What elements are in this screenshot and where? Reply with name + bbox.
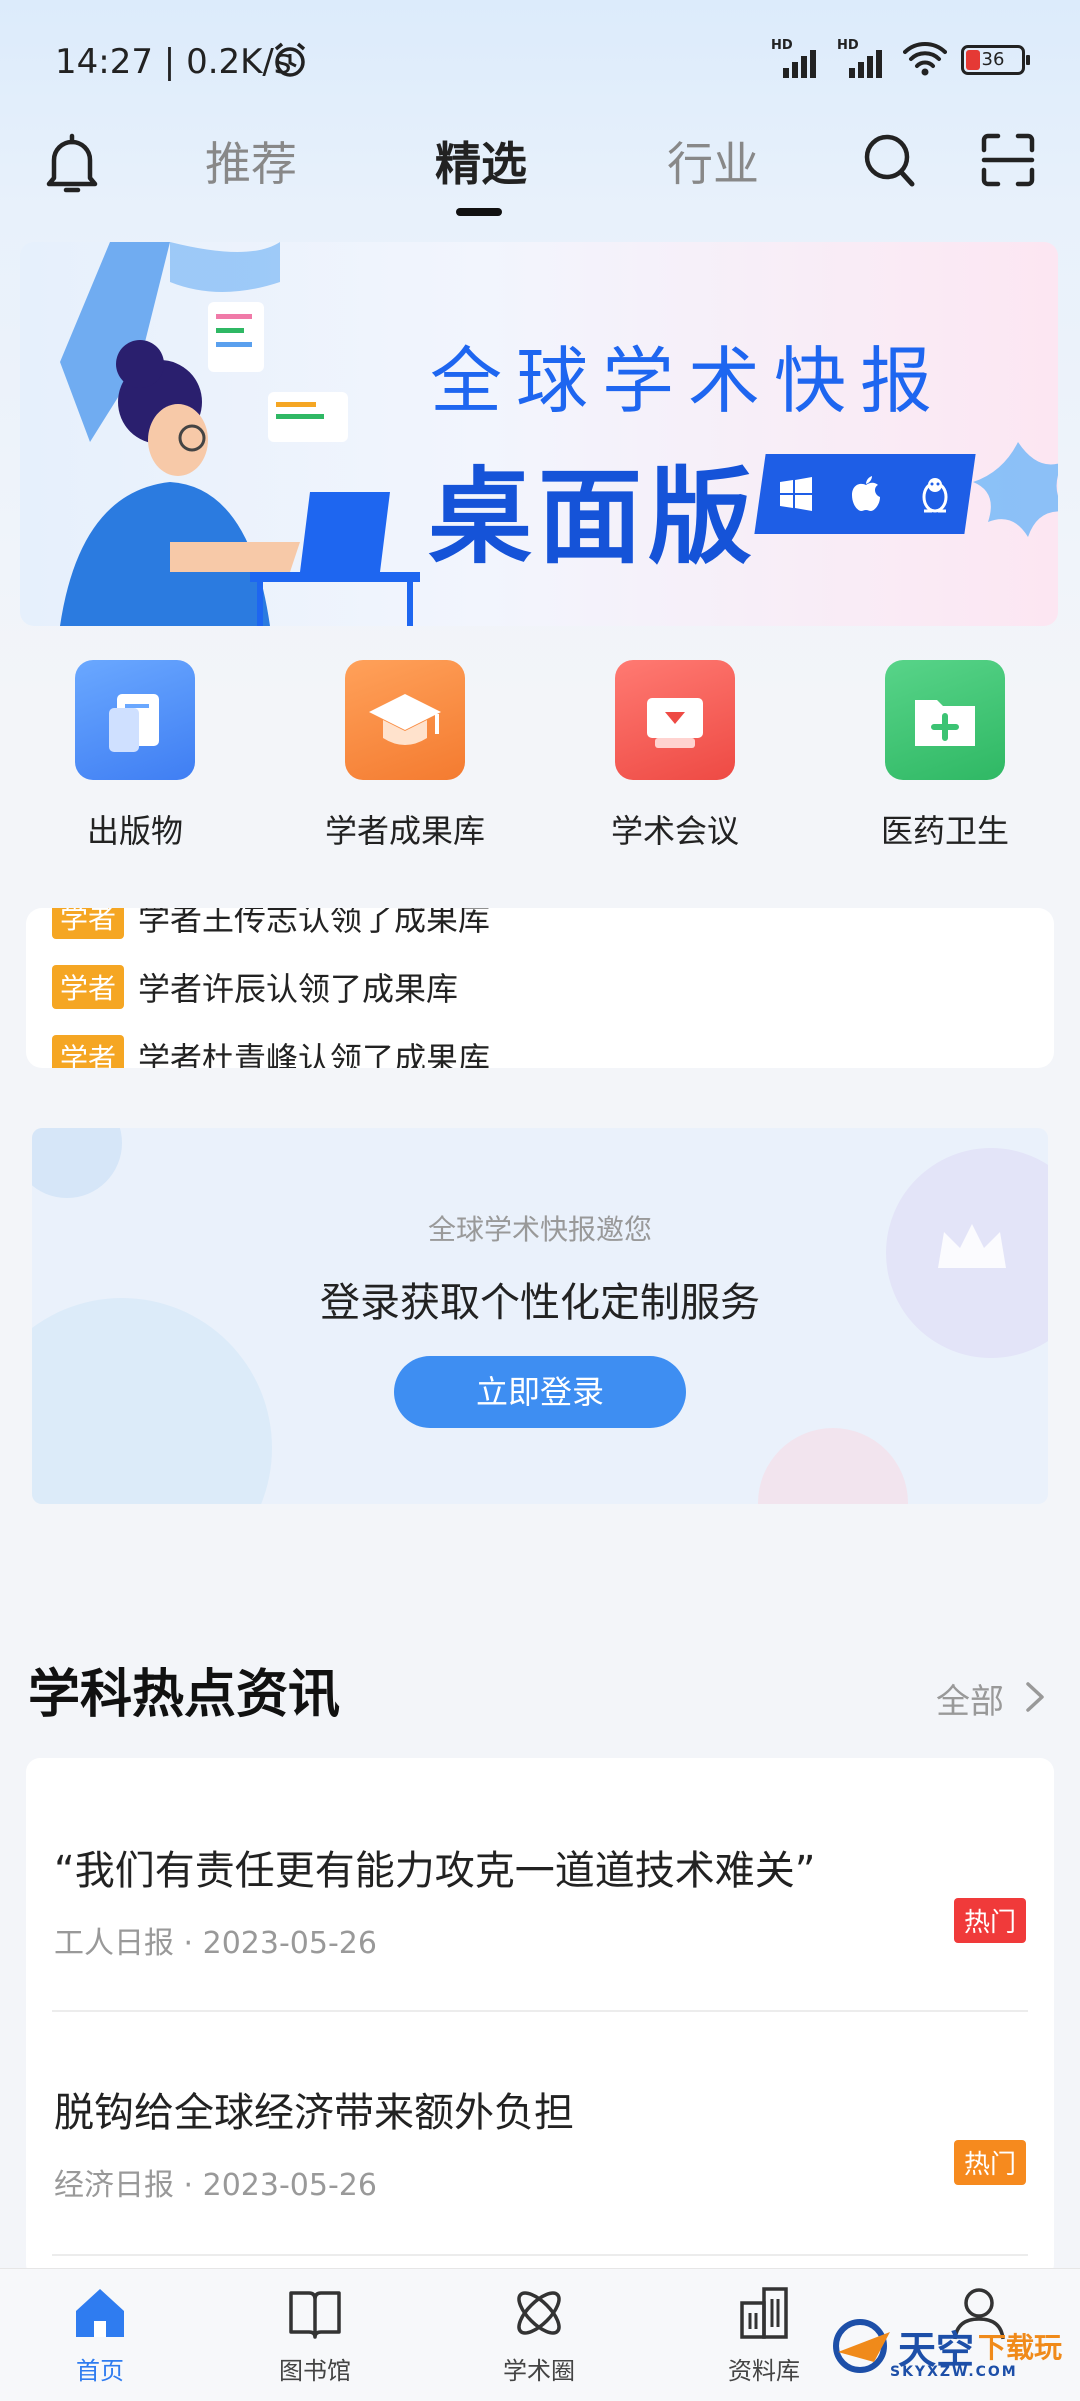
scholar-laptop-illustration [60, 242, 420, 626]
platform-badges [754, 454, 976, 534]
news-meta: 经济日报 · 2023-05-26 [54, 2168, 377, 2203]
linux-icon [922, 478, 948, 513]
quick-link-scholar-results[interactable]: 学者成果库 [305, 660, 505, 852]
medical-folder-icon [885, 660, 1005, 780]
scholar-tag: 学者 [52, 1035, 125, 1068]
quick-link-label: 学者成果库 [324, 812, 485, 850]
graduation-cap-icon [345, 660, 465, 780]
wifi-icon [903, 40, 947, 80]
active-tab-indicator [456, 208, 502, 216]
book-icon [289, 2291, 341, 2339]
battery-level: 36 [981, 49, 1005, 70]
banner-title: 全球学术快报 [430, 339, 947, 423]
banner-subtitle: 桌面版 [428, 456, 759, 578]
decor-circle [32, 1128, 122, 1198]
ticker-text: 学者杜青峰认领了成果库 [138, 1040, 491, 1068]
login-headline: 登录获取个性化定制服务 [320, 1280, 760, 1326]
watermark-domain: SKYXZW.COM [890, 2364, 1018, 2380]
news-item[interactable]: 脱钩给全球经济带来额外负担 经济日报 · 2023-05-26 热门 [54, 2080, 1026, 2204]
building-icon [740, 2287, 788, 2339]
ticker-item: 学者 学者王传志认领了成果库 [52, 908, 490, 940]
scan-icon[interactable] [980, 132, 1036, 192]
login-button[interactable]: 立即登录 [394, 1356, 686, 1428]
site-watermark: 天空 下载玩 SKYXZW.COM [830, 2318, 1063, 2380]
news-list: “我们有责任更有能力攻克一道道技术难关” 工人日报 · 2023-05-26 热… [26, 1758, 1054, 2278]
scholar-activity-ticker[interactable]: 学者 学者王传志认领了成果库 学者 学者许辰认领了成果库 学者 学者杜青峰认领了… [26, 908, 1054, 1068]
alarm-icon [270, 40, 310, 84]
nav-database[interactable]: 资料库 [684, 2283, 844, 2386]
publication-icon [75, 660, 195, 780]
signal-icon-2: HD [837, 38, 889, 78]
section-title: 学科热点资讯 [28, 1665, 341, 1725]
divider [52, 2010, 1028, 2012]
news-meta: 工人日报 · 2023-05-26 [54, 1926, 377, 1961]
battery-icon: 36 [961, 45, 1030, 75]
signal-icon: HD [771, 38, 823, 78]
chevron-right-icon[interactable] [1024, 1680, 1046, 1718]
nav-label: 图书馆 [279, 2357, 351, 2385]
quick-links: 出版物 学者成果库 学术会议 医药卫生 [0, 660, 1080, 860]
news-item[interactable]: “我们有责任更有能力攻克一道道技术难关” 工人日报 · 2023-05-26 热… [54, 1838, 1026, 1962]
scholar-tag: 学者 [52, 908, 125, 939]
login-subtitle: 全球学术快报邀您 [427, 1213, 652, 1246]
scholar-tag: 学者 [52, 965, 125, 1009]
watermark-logo-icon [833, 2319, 890, 2373]
decor-circle [758, 1428, 908, 1504]
atom-icon [517, 2291, 561, 2335]
status-icons: HD HD 36 [771, 38, 1030, 80]
quick-link-publications[interactable]: 出版物 [35, 660, 235, 852]
decor-circle [32, 1298, 272, 1504]
ticker-text: 学者许辰认领了成果库 [138, 970, 459, 1008]
quick-link-label: 出版物 [86, 812, 183, 850]
divider [52, 2254, 1028, 2256]
quick-link-label: 学术会议 [610, 812, 739, 850]
search-icon[interactable] [862, 130, 918, 194]
top-navigation: 推荐 精选 行业 [0, 110, 1080, 230]
nav-home[interactable]: 首页 [20, 2283, 180, 2386]
quick-link-medicine[interactable]: 医药卫生 [845, 660, 1045, 852]
ticker-text: 学者王传志认领了成果库 [138, 908, 491, 938]
home-icon [76, 2289, 124, 2337]
bell-icon[interactable] [42, 132, 102, 200]
nav-label: 首页 [76, 2357, 124, 2385]
status-bar: 14:27 | 0.2K/s HD HD 36 [0, 0, 1080, 120]
watermark-suffix: 下载玩 [978, 2331, 1063, 2364]
tab-featured[interactable]: 精选 [435, 128, 527, 194]
quick-link-conferences[interactable]: 学术会议 [575, 660, 775, 852]
windows-icon [779, 477, 812, 511]
conference-board-icon [615, 660, 735, 780]
news-title: 脱钩给全球经济带来额外负担 [54, 2090, 574, 2136]
view-all-link[interactable]: 全部 [936, 1674, 1004, 1723]
ticker-item: 学者 学者许辰认领了成果库 [52, 964, 458, 1010]
quick-link-label: 医药卫生 [880, 812, 1009, 850]
leaf-decoration [973, 442, 1058, 537]
tab-industry[interactable]: 行业 [667, 128, 759, 194]
news-title: “我们有责任更有能力攻克一道道技术难关” [54, 1848, 816, 1894]
status-time: 14:27 [55, 42, 153, 82]
status-time-speed: 14:27 | 0.2K/s [55, 42, 292, 82]
login-invite-card: 全球学术快报邀您 登录获取个性化定制服务 立即登录 [32, 1128, 1048, 1504]
hot-badge: 热门 [953, 1898, 1026, 1943]
nav-academic-circle[interactable]: 学术圈 [459, 2283, 619, 2386]
nav-label: 学术圈 [503, 2357, 575, 2385]
tab-recommend[interactable]: 推荐 [205, 128, 297, 194]
promo-banner[interactable]: 全球学术快报 桌面版 [20, 242, 1058, 626]
apple-icon [851, 476, 880, 511]
nav-library[interactable]: 图书馆 [235, 2283, 395, 2386]
ticker-item: 学者 学者杜青峰认领了成果库 [52, 1034, 490, 1068]
hot-badge: 热门 [953, 2140, 1026, 2185]
nav-label: 资料库 [728, 2357, 800, 2385]
